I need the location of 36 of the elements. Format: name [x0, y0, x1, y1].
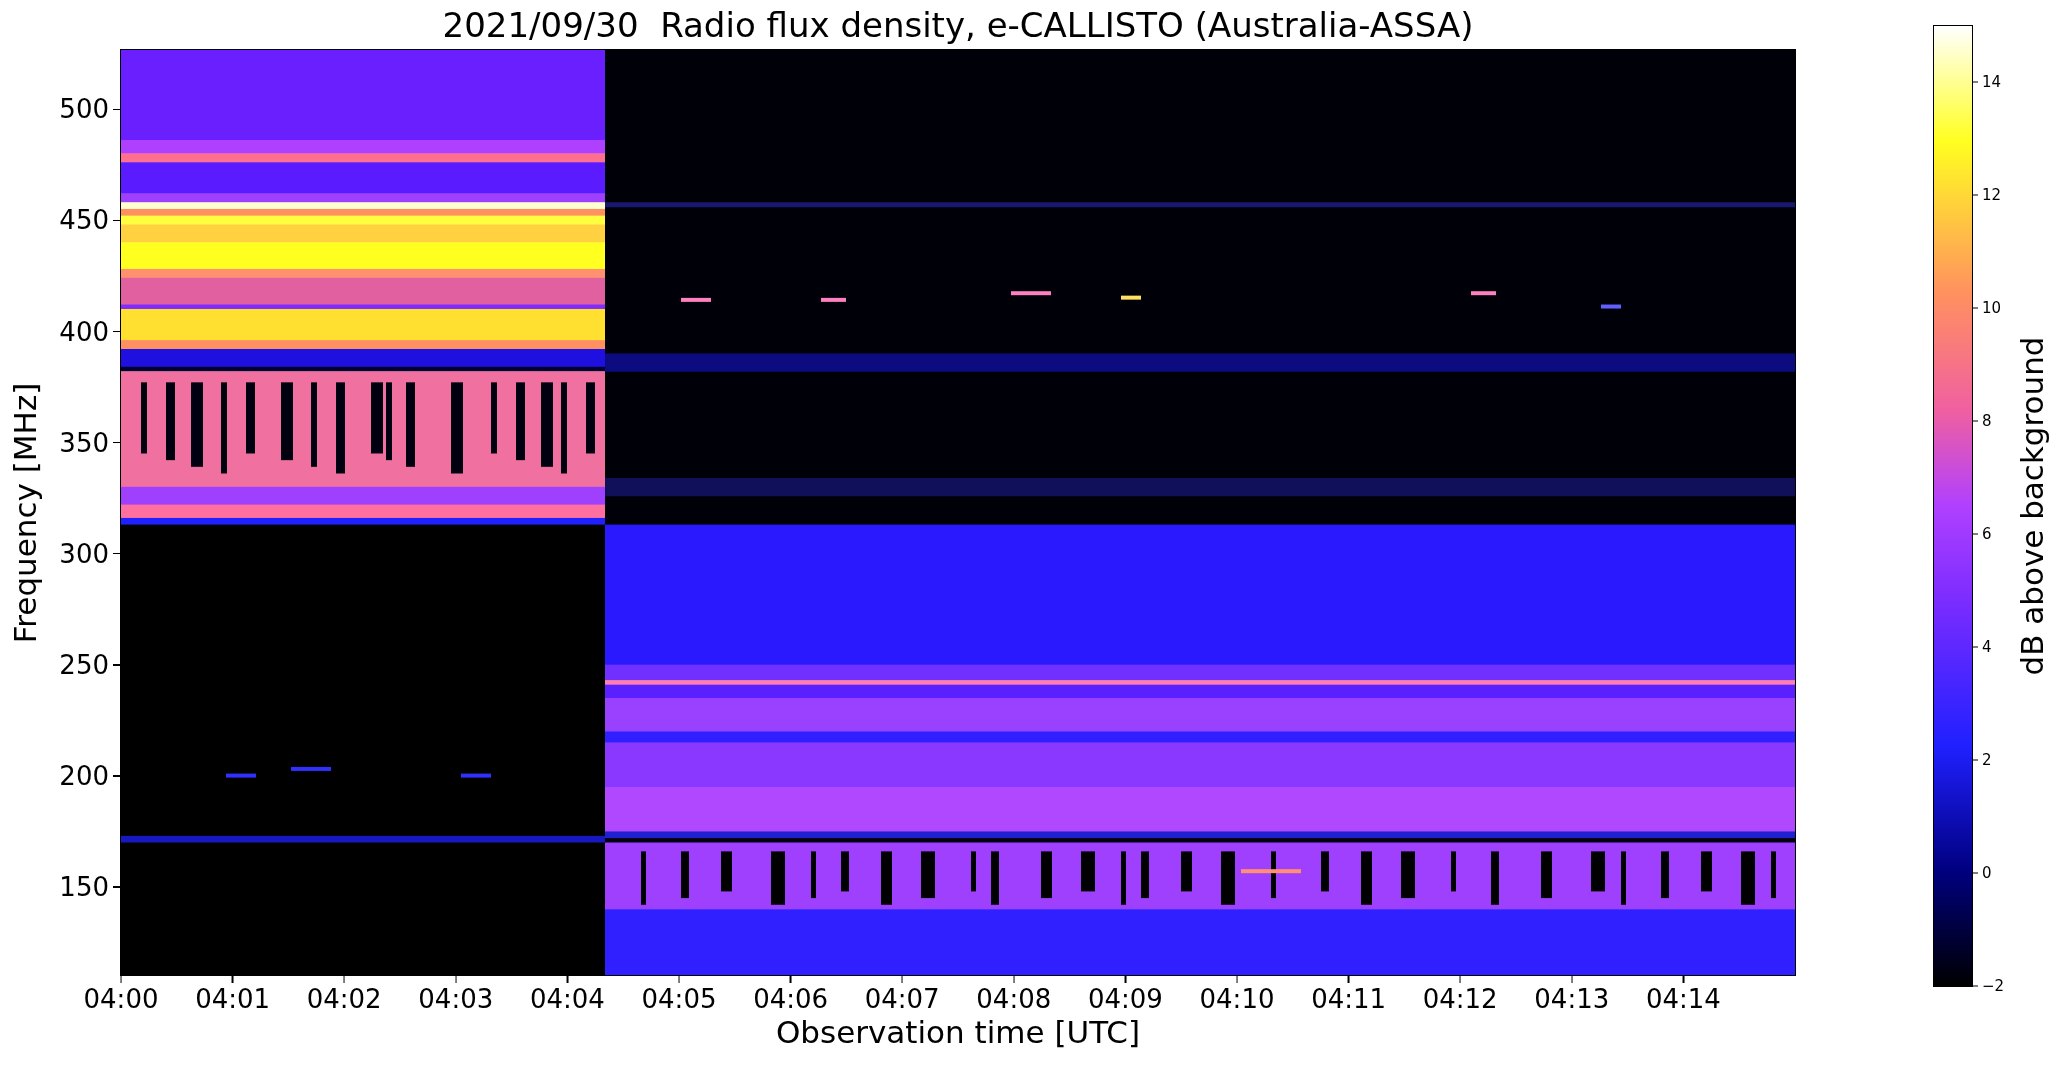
- y-axis-label: Frequency [MHz]: [9, 382, 41, 643]
- x-tick-label: 04:06: [753, 986, 829, 1012]
- x-tick-label: 04:02: [306, 986, 382, 1012]
- colorbar-tick-label: 4: [1982, 639, 1992, 655]
- colorbar-label: dB above background: [2016, 336, 2048, 676]
- x-tick-label: 04:14: [1645, 986, 1721, 1012]
- x-tick-label: 04:11: [1311, 986, 1387, 1012]
- y-tick-label: 350: [59, 429, 109, 456]
- x-tick-label: 04:05: [641, 986, 717, 1012]
- colorbar-tick-label: 14: [1982, 74, 2002, 90]
- colorbar-tick-label: 12: [1982, 187, 2002, 203]
- colorbar-tick-label: −2: [1982, 978, 2005, 994]
- x-tick-label: 04:13: [1534, 986, 1610, 1012]
- colorbar-tick-label: 0: [1982, 865, 1992, 881]
- y-tick-label: 200: [59, 762, 109, 789]
- x-tick-label: 04:10: [1199, 986, 1275, 1012]
- colorbar-tick-label: 2: [1982, 752, 1992, 768]
- x-tick-label: 04:12: [1422, 986, 1498, 1012]
- x-tick-label: 04:00: [83, 986, 159, 1012]
- colorbar-tick-label: 8: [1982, 413, 1992, 429]
- x-tick-label: 04:01: [195, 986, 271, 1012]
- y-tick-label: 500: [59, 96, 109, 123]
- x-tick-label: 04:03: [418, 986, 494, 1012]
- chart-title: 2021/09/30 Radio flux density, e-CALLISTO (Australia-ASSA): [442, 8, 1474, 42]
- y-tick-label: 400: [59, 318, 109, 345]
- colorbar-tick-label: 6: [1982, 526, 1992, 542]
- x-tick-label: 04:08: [976, 986, 1052, 1012]
- x-tick-label: 04:04: [529, 986, 605, 1012]
- colorbar-tick-label: 10: [1982, 300, 2002, 316]
- y-tick-label: 300: [59, 540, 109, 567]
- x-axis-label: Observation time [UTC]: [775, 1017, 1141, 1048]
- y-tick-label: 250: [59, 651, 109, 678]
- x-tick-label: 04:07: [864, 986, 940, 1012]
- y-tick-label: 450: [59, 207, 109, 234]
- y-tick-label: 150: [59, 874, 109, 900]
- x-tick-label: 04:09: [1087, 986, 1163, 1012]
